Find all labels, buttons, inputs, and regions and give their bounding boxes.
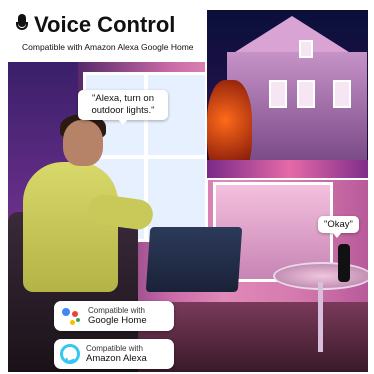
house-attic-window <box>299 40 313 58</box>
window-transom <box>86 155 205 159</box>
amazon-badge-line2: Amazon Alexa <box>86 353 147 364</box>
house-window <box>269 80 287 108</box>
amazon-badge-line1: Compatible with <box>86 344 143 353</box>
title-text: Voice Control <box>34 12 176 37</box>
house-roof <box>232 16 352 54</box>
microphone-icon <box>16 14 28 36</box>
product-image: Voice Control Compatible with Amazon Ale… <box>0 0 374 374</box>
subtitle: Compatible with Amazon Alexa Google Home <box>22 42 194 52</box>
google-home-badge: Compatible with Google Home <box>54 301 174 331</box>
google-badge-line1: Compatible with <box>88 306 145 315</box>
lit-lawn <box>207 160 368 178</box>
table-leg <box>318 282 323 352</box>
okay-reply-bubble: "Okay" <box>318 216 359 238</box>
alexa-command-bubble: "Alexa, turn on outdoor lights." <box>78 90 168 125</box>
amazon-alexa-badge: Compatible with Amazon Alexa <box>54 339 174 369</box>
person-hoodie <box>23 162 118 292</box>
house-window <box>297 80 315 108</box>
google-assistant-icon <box>60 305 82 327</box>
house-window <box>333 80 351 108</box>
page-title: Voice Control <box>16 12 175 38</box>
house-inset-photo <box>205 8 370 180</box>
google-badge-label: Compatible with Google Home <box>88 306 147 326</box>
alexa-icon <box>60 344 80 364</box>
google-badge-line2: Google Home <box>88 315 147 326</box>
amazon-badge-label: Compatible with Amazon Alexa <box>86 344 147 364</box>
person-head <box>63 120 103 166</box>
smart-speaker <box>338 244 350 282</box>
laptop <box>145 227 243 292</box>
